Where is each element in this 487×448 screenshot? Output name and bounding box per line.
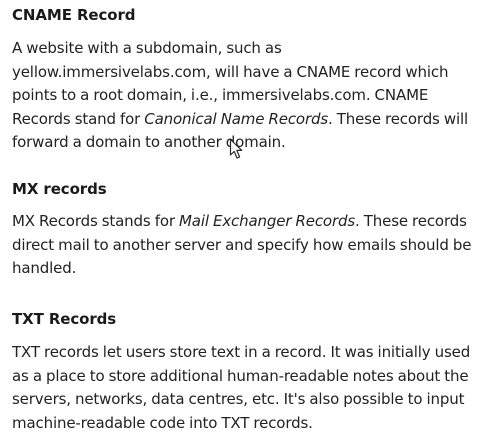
mx-text-1: MX Records stands for [12, 212, 179, 230]
mx-section: MX records MX Records stands for Mail Ex… [12, 179, 482, 281]
txt-text-1: TXT records let users store text in a re… [12, 343, 471, 432]
txt-heading: TXT Records [12, 310, 117, 328]
cname-heading: CNAME Record [12, 6, 136, 24]
mx-paragraph: MX Records stands for Mail Exchanger Rec… [12, 210, 482, 281]
mx-text-italic: Mail Exchanger Records [179, 212, 356, 230]
mouse-pointer-icon [229, 138, 243, 159]
cname-paragraph: A website with a subdomain, such as yell… [12, 37, 482, 155]
txt-section: TXT Records TXT records let users store … [12, 309, 482, 435]
mx-heading: MX records [12, 180, 107, 198]
txt-paragraph: TXT records let users store text in a re… [12, 341, 482, 435]
cname-section: CNAME Record A website with a subdomain,… [12, 5, 482, 155]
cname-text-italic: Canonical Name Records [144, 109, 328, 128]
